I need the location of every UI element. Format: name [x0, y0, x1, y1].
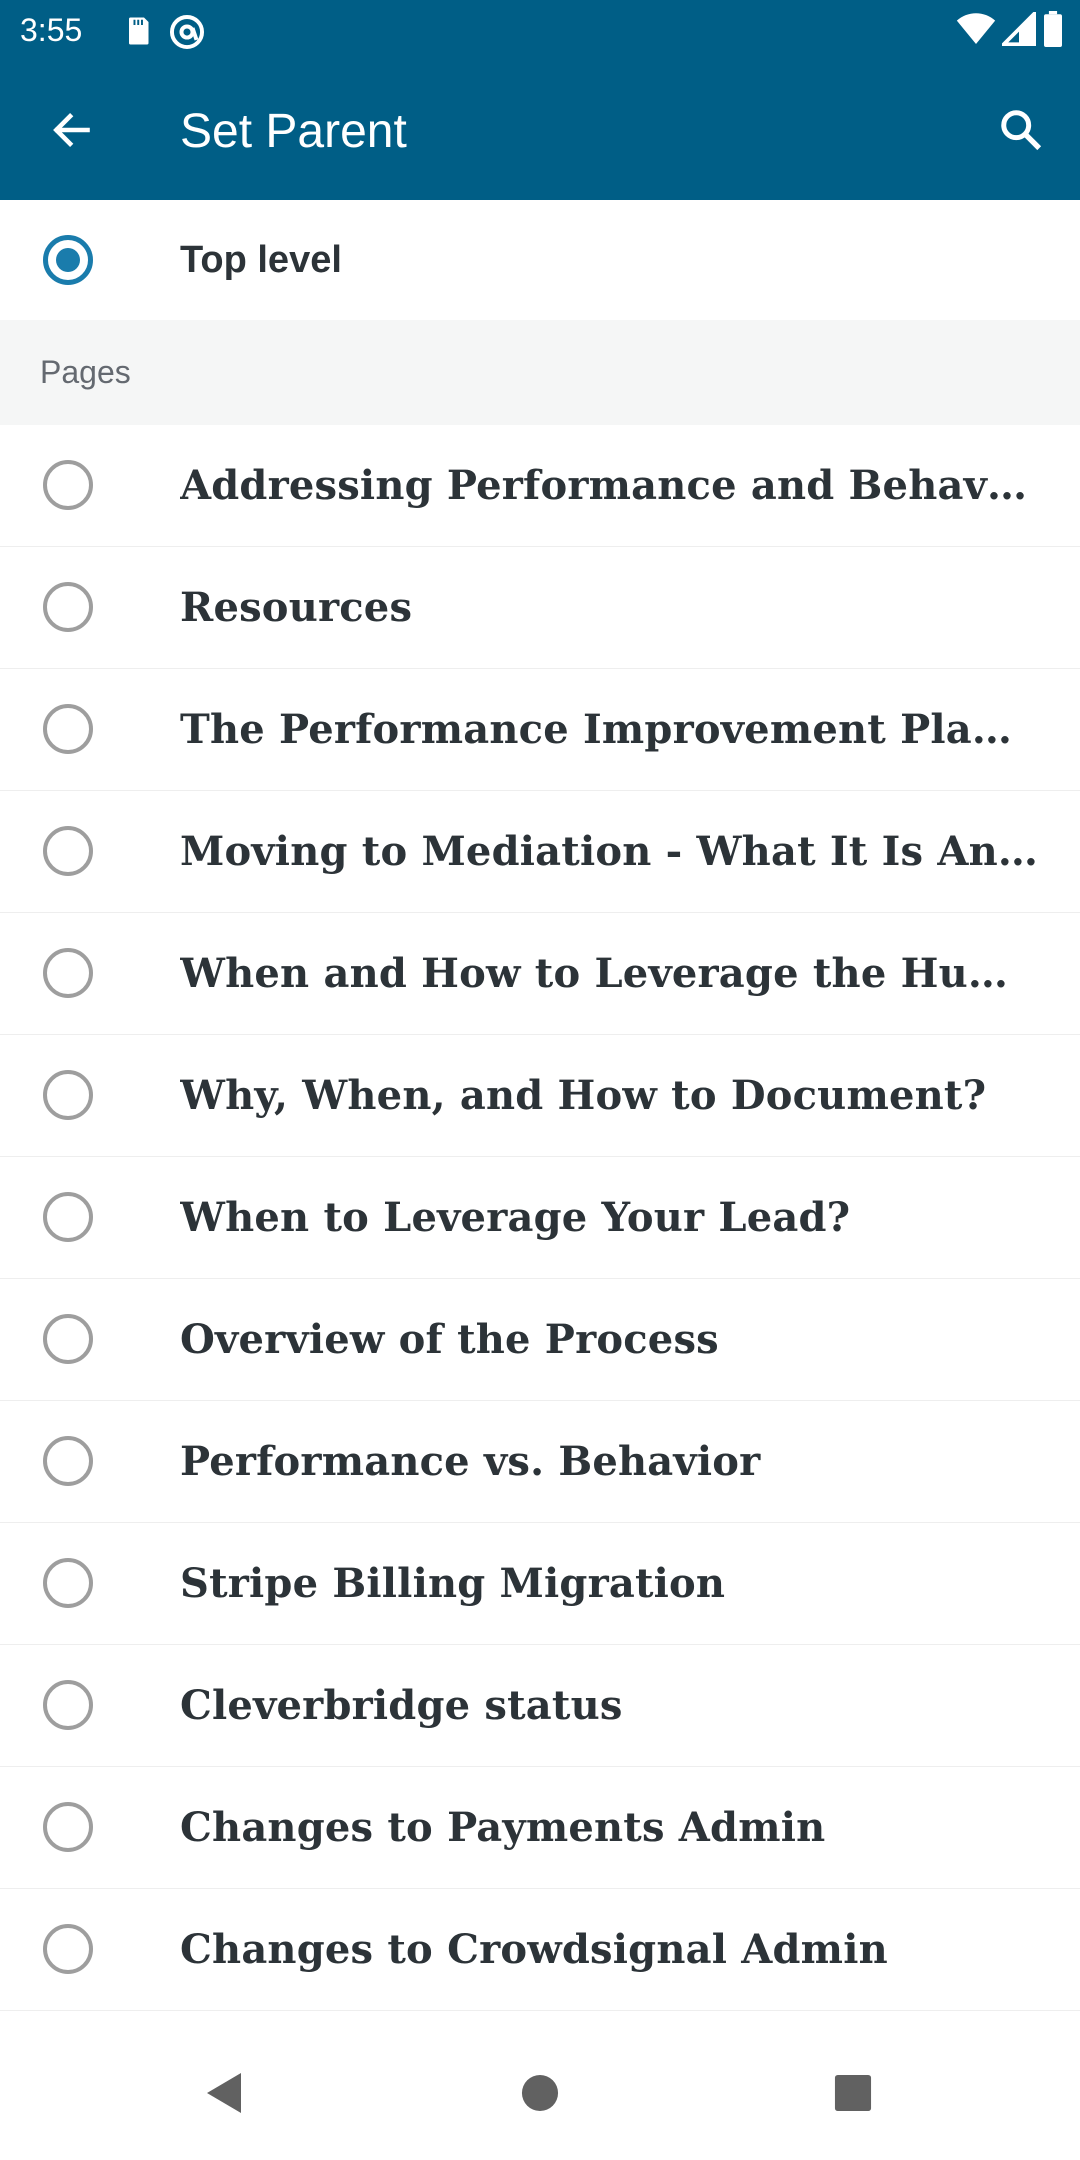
radio-unchecked-icon[interactable]	[43, 582, 93, 632]
list-item[interactable]: Changes to Payments Admin	[0, 1767, 1080, 1889]
search-button[interactable]	[986, 97, 1056, 167]
radio-unchecked-icon[interactable]	[43, 948, 93, 998]
list-item[interactable]: Cleverbridge status	[0, 1645, 1080, 1767]
list-item[interactable]: Addressing Performance and Behavior Conc…	[0, 425, 1080, 547]
sd-card-icon	[120, 13, 156, 49]
signal-icon	[999, 8, 1037, 51]
page-title-label: Resources	[180, 584, 413, 631]
page-title-label: When and How to Leverage the Human Resou…	[180, 950, 1040, 997]
radio-unchecked-icon[interactable]	[43, 1558, 93, 1608]
back-button[interactable]	[36, 97, 106, 167]
page-title-label: Overview of the Process	[180, 1316, 719, 1363]
nav-back-button[interactable]	[175, 2045, 275, 2145]
list-item[interactable]: Performance vs. Behavior	[0, 1401, 1080, 1523]
arrow-left-icon	[49, 108, 93, 157]
wifi-icon	[956, 12, 996, 51]
list-item[interactable]: Changes to Crowdsignal Admin	[0, 1889, 1080, 2011]
status-time: 3:55	[20, 12, 83, 48]
nav-home-icon	[521, 2074, 559, 2117]
page-title-label: The Performance Improvement Plan - What …	[180, 706, 1040, 753]
list-item[interactable]: Stripe Billing Migration	[0, 1523, 1080, 1645]
radio-unchecked-icon[interactable]	[43, 460, 93, 510]
page-title-label: Addressing Performance and Behavior Conc…	[180, 462, 1040, 509]
page-title-label: Changes to Crowdsignal Admin	[180, 1926, 888, 1973]
page-title-label: Why, When, and How to Document?	[180, 1072, 987, 1119]
list-item[interactable]: Moving to Mediation - What It Is And Whe…	[0, 791, 1080, 913]
list-item[interactable]: Resources	[0, 547, 1080, 669]
battery-icon	[1042, 10, 1064, 52]
list-item[interactable]: When and How to Leverage the Human Resou…	[0, 913, 1080, 1035]
nav-recents-button[interactable]	[803, 2045, 903, 2145]
nav-recents-icon	[834, 2074, 872, 2117]
page-list: Addressing Performance and Behavior Conc…	[0, 425, 1080, 2011]
radio-unchecked-icon[interactable]	[43, 1680, 93, 1730]
page-title: Set Parent	[180, 105, 407, 158]
radio-unchecked-icon[interactable]	[43, 1924, 93, 1974]
top-level-option[interactable]: Top level	[0, 200, 1080, 320]
radio-checked-icon[interactable]	[43, 235, 93, 285]
radio-unchecked-icon[interactable]	[43, 1070, 93, 1120]
page-title-label: Performance vs. Behavior	[180, 1438, 761, 1485]
list-item[interactable]: When to Leverage Your Lead?	[0, 1157, 1080, 1279]
radio-unchecked-icon[interactable]	[43, 1802, 93, 1852]
page-title-label: Cleverbridge status	[180, 1682, 623, 1729]
section-header-label: Pages	[40, 354, 131, 390]
radio-unchecked-icon[interactable]	[43, 1314, 93, 1364]
page-title-label: Moving to Mediation - What It Is And Whe…	[180, 828, 1040, 875]
section-header-pages: Pages	[0, 320, 1080, 425]
page-title-label: When to Leverage Your Lead?	[180, 1194, 851, 1241]
page-title-label: Changes to Payments Admin	[180, 1804, 826, 1851]
top-level-label: Top level	[180, 239, 342, 281]
app-bar: Set Parent	[0, 63, 1080, 200]
radio-unchecked-icon[interactable]	[43, 1192, 93, 1242]
at-sign-icon	[168, 13, 205, 50]
nav-home-button[interactable]	[490, 2045, 590, 2145]
page-title-label: Stripe Billing Migration	[180, 1560, 726, 1607]
list-item[interactable]: Overview of the Process	[0, 1279, 1080, 1401]
nav-back-icon	[205, 2071, 245, 2120]
radio-unchecked-icon[interactable]	[43, 704, 93, 754]
status-bar: 3:55	[0, 0, 1080, 63]
list-item[interactable]: The Performance Improvement Plan - What …	[0, 669, 1080, 791]
system-nav-bar	[0, 2030, 1080, 2160]
radio-unchecked-icon[interactable]	[43, 1436, 93, 1486]
list-item[interactable]: Why, When, and How to Document?	[0, 1035, 1080, 1157]
status-icons	[956, 8, 1064, 52]
search-icon	[998, 107, 1044, 158]
radio-unchecked-icon[interactable]	[43, 826, 93, 876]
